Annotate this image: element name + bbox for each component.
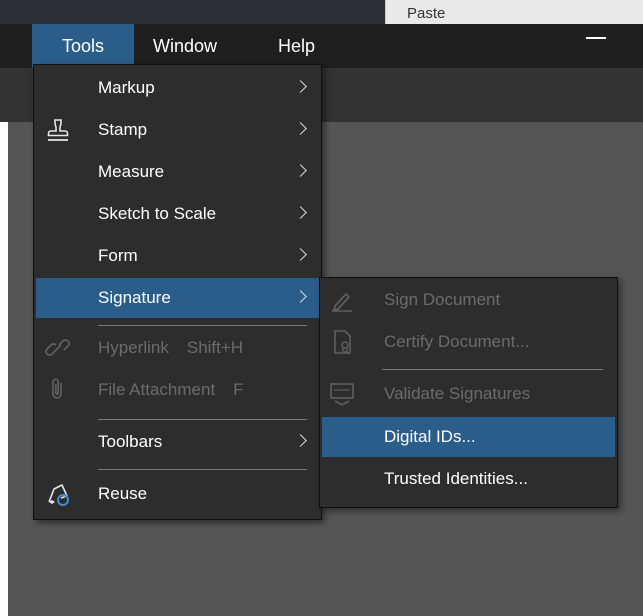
menu-item-signature[interactable]: Signature	[36, 278, 319, 318]
menu-item-label: Hyperlink Shift+H	[98, 328, 243, 368]
certify-icon	[334, 330, 351, 355]
menu-item-label: Toolbars	[98, 432, 163, 451]
link-icon	[45, 339, 70, 356]
pen-sign-icon	[332, 293, 352, 312]
menu-item-label: Stamp	[98, 120, 148, 139]
menu-item-label: File Attachment F	[98, 370, 244, 410]
chevron-right-icon	[294, 434, 307, 447]
menu-separator	[382, 369, 603, 370]
reuse-icon	[48, 484, 69, 506]
menu-item-label: Markup	[98, 78, 155, 97]
minimize-button[interactable]	[586, 37, 606, 39]
chevron-right-icon	[294, 164, 307, 177]
chevron-right-icon	[294, 248, 307, 261]
paperclip-icon	[52, 378, 62, 399]
menu-item-label: Form	[98, 246, 138, 265]
shortcut-text: F	[233, 380, 244, 399]
submenu-item-label: Sign Document	[384, 290, 501, 309]
menu-item-form[interactable]: Form	[36, 236, 319, 276]
left-edge	[0, 122, 8, 616]
menu-item-sketch-to-scale[interactable]: Sketch to Scale	[36, 194, 319, 234]
submenu-item-label: Trusted Identities...	[384, 469, 528, 488]
submenu-item-trusted-identities[interactable]: Trusted Identities...	[322, 459, 615, 499]
menu-item-toolbars[interactable]: Toolbars	[36, 422, 319, 462]
menu-item-label: Signature	[98, 288, 171, 307]
chevron-right-icon	[294, 122, 307, 135]
menu-separator	[98, 469, 307, 470]
file-attachment-label: File Attachment	[98, 380, 216, 399]
validate-icon	[330, 383, 354, 406]
chevron-right-icon	[294, 80, 307, 93]
submenu-item-certify-document[interactable]: Certify Document...	[322, 322, 615, 362]
menu-item-reuse[interactable]: Reuse	[36, 474, 319, 514]
menu-window[interactable]: Window	[153, 24, 217, 68]
shortcut-text: Shift+H	[186, 338, 244, 357]
hyperlink-label: Hyperlink	[98, 338, 169, 357]
menu-help[interactable]: Help	[278, 24, 315, 68]
stamp-icon	[47, 119, 69, 141]
menu-item-label: Sketch to Scale	[98, 204, 217, 223]
submenu-item-label: Certify Document...	[384, 332, 530, 351]
menu-item-measure[interactable]: Measure	[36, 152, 319, 192]
menu-separator	[98, 419, 307, 420]
menu-tools[interactable]: Tools	[32, 24, 134, 68]
signature-submenu: Sign Document Certify Document... Valida…	[319, 277, 618, 508]
submenu-item-validate-signatures[interactable]: Validate Signatures	[322, 374, 615, 414]
title-bar-area	[0, 0, 385, 24]
top-strip: Paste	[0, 0, 643, 24]
menu-item-stamp[interactable]: Stamp	[36, 110, 319, 150]
submenu-item-digital-ids[interactable]: Digital IDs...	[322, 417, 615, 457]
submenu-item-label: Validate Signatures	[384, 384, 531, 403]
menu-item-file-attachment[interactable]: File Attachment F	[36, 370, 319, 410]
paste-label[interactable]: Paste	[407, 4, 445, 24]
menu-item-markup[interactable]: Markup	[36, 68, 319, 108]
menu-item-label: Measure	[98, 162, 165, 181]
submenu-item-sign-document[interactable]: Sign Document	[322, 280, 615, 320]
tools-menu: Markup Stamp Measure Sketch to Scale For…	[33, 64, 322, 520]
submenu-item-label: Digital IDs...	[384, 427, 476, 446]
menu-item-hyperlink[interactable]: Hyperlink Shift+H	[36, 328, 319, 368]
menu-item-label: Reuse	[98, 484, 148, 503]
menu-separator	[98, 325, 307, 326]
chevron-right-icon	[294, 290, 307, 303]
chevron-right-icon	[294, 206, 307, 219]
